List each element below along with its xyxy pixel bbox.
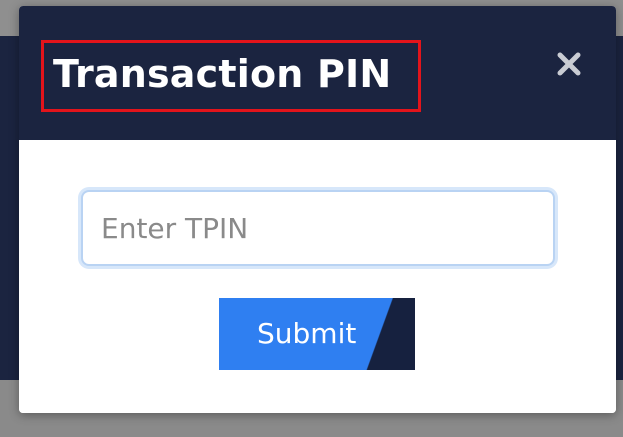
close-icon [557,52,581,76]
close-button[interactable] [549,44,589,84]
submit-button-label: Submit [257,317,357,350]
transaction-pin-modal: Transaction PIN Submit [19,6,616,413]
modal-body: Submit [19,140,616,413]
submit-button[interactable]: Submit [219,298,415,370]
modal-header: Transaction PIN [19,6,616,140]
tpin-input[interactable] [81,190,555,266]
modal-title: Transaction PIN [53,52,392,96]
